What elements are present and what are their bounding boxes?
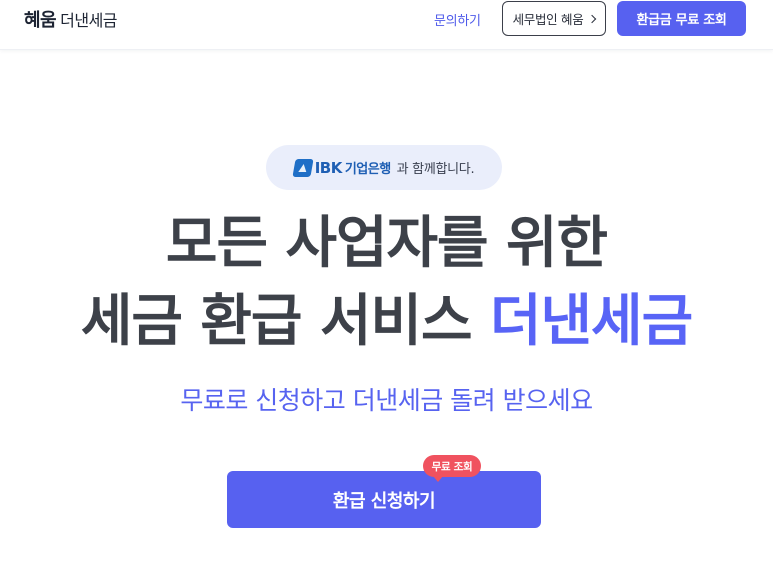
headline-line-1: 모든 사업자를 위한	[165, 211, 608, 276]
logo-main-text: 혜움	[24, 10, 57, 31]
hero-subheadline: 무료로 신청하고 더낸세금 돌려 받으세요	[180, 386, 593, 415]
top-header: 혜움 더낸세금 문의하기 세무법인 혜움 환급금 무료 조회	[0, 0, 773, 50]
partner-firm-label: 세무법인 혜움	[512, 12, 584, 27]
brand-logo[interactable]: 혜움 더낸세금	[24, 6, 118, 32]
partner-badge-text: 과 함께합니다.	[396, 162, 475, 177]
ibk-logo: IBK 기업은행	[292, 158, 391, 177]
apply-refund-button[interactable]: 환급 신청하기	[227, 471, 541, 528]
free-check-badge: 무료 조회	[423, 455, 481, 482]
partner-badge: IBK 기업은행 과 함께합니다.	[266, 145, 502, 190]
free-refund-check-button[interactable]: 환급금 무료 조회	[617, 1, 746, 36]
ibk-logo-en: IBK	[314, 158, 343, 177]
headline-line-2-prefix: 세금 환급 서비스	[80, 289, 473, 354]
logo-sub-text: 더낸세금	[60, 11, 118, 30]
ibk-logo-kr: 기업은행	[344, 162, 391, 177]
inquiry-link[interactable]: 문의하기	[434, 10, 481, 29]
ibk-logo-icon	[292, 158, 314, 177]
chevron-right-icon	[588, 14, 597, 23]
hero-headline: 모든 사업자를 위한 세금 환급 서비스 더낸세금	[0, 205, 773, 361]
partner-firm-button[interactable]: 세무법인 혜움	[502, 1, 606, 36]
headline-accent: 더낸세금	[490, 289, 693, 354]
